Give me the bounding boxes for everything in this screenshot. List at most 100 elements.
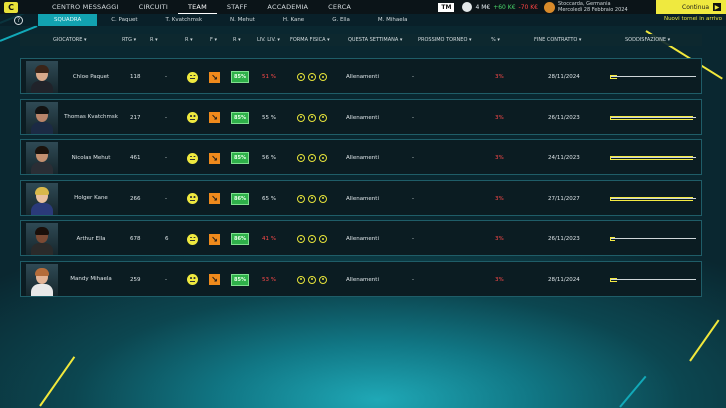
col-this-week[interactable]: QUESTA SETTIMANA (348, 37, 402, 43)
satisfaction-track (610, 238, 696, 239)
player-name[interactable]: Holger Kane (61, 181, 121, 217)
player-list: Chloe Paquet 118 - ↘ 85% 51 % Allenament… (20, 58, 702, 301)
tab-player[interactable]: M. Mihaela (364, 14, 422, 26)
player-portrait (26, 263, 58, 296)
tab-player[interactable]: H. Kane (269, 14, 318, 26)
date-location: Stoccarda, Germania Mercoledì 28 Febbrai… (558, 1, 650, 13)
money-expense: -70 K€ (518, 3, 538, 11)
next-tournament[interactable]: - (412, 100, 414, 136)
this-week-activity[interactable]: Allenamenti (346, 59, 379, 95)
nav-circuits[interactable]: CIRCUITI (129, 0, 178, 14)
finance-summary[interactable]: 4 M€ +60 K€ -70 K€ (475, 4, 538, 11)
fitness-icons (297, 221, 327, 257)
player-row[interactable]: Arthur Ella 678 6 ↘ 86% 41 % Allenamenti… (20, 220, 702, 256)
col-player[interactable]: GIOCATORE (53, 37, 87, 43)
fitness-icons (297, 59, 327, 95)
trend-icon: ↘ (209, 221, 220, 257)
next-tournament[interactable]: - (412, 181, 414, 217)
tennis-ball-icon (297, 154, 305, 162)
satisfaction-fill (610, 75, 617, 79)
col-r1[interactable]: R (150, 37, 158, 43)
nav-academy[interactable]: ACCADEMIA (257, 0, 318, 14)
this-week-activity[interactable]: Allenamenti (346, 100, 379, 136)
col-next-tournament[interactable]: PROSSIMO TORNEO (418, 37, 472, 43)
this-week-activity[interactable]: Allenamenti (346, 262, 379, 298)
player-value: - (165, 276, 167, 283)
satisfaction-bar (610, 237, 696, 241)
help-icon[interactable]: ? (14, 16, 23, 25)
player-row[interactable]: Holger Kane 266 - ↘ 86% 65 % Allenamenti… (20, 179, 702, 217)
main-menu-button[interactable]: C (4, 2, 18, 13)
next-tournament[interactable]: - (412, 140, 414, 176)
nav-messages[interactable]: CENTRO MESSAGGI (42, 0, 129, 14)
this-week-activity[interactable]: Allenamenti (346, 221, 379, 257)
player-name[interactable]: Mandy Mihaela (61, 262, 121, 298)
tab-player[interactable]: N. Mehut (216, 14, 269, 26)
trend-icon: ↘ (209, 181, 220, 217)
cut-percent: 3% (495, 155, 504, 161)
cut-percent: 3% (495, 195, 504, 202)
satisfaction-bar (610, 277, 696, 282)
continue-button[interactable]: Continua ▶ (656, 0, 726, 14)
mood-icon (187, 221, 198, 257)
satisfaction-bar (610, 115, 696, 120)
col-r3[interactable]: R (233, 37, 241, 43)
col-form[interactable]: F (210, 37, 217, 43)
level-percent: 65 % (262, 195, 276, 202)
tennis-ball-icon (319, 275, 327, 284)
next-tournament[interactable]: - (412, 262, 414, 298)
level-percent: 41 % (262, 236, 276, 242)
this-week-activity[interactable]: Allenamenti (346, 181, 379, 217)
player-name[interactable]: Arthur Ella (61, 221, 121, 257)
col-level[interactable]: LIV. LIV. (257, 37, 280, 43)
player-rank: 678 (130, 236, 141, 242)
nav-search[interactable]: CERCA (318, 0, 361, 14)
next-tournament[interactable]: - (412, 59, 414, 95)
player-rank: 266 (130, 195, 141, 202)
contract-end: 27/11/2027 (548, 195, 580, 202)
nav-team[interactable]: TEAM (177, 0, 217, 14)
continue-label: Continua (682, 3, 709, 11)
top-right-status: TM 4 M€ +60 K€ -70 K€ Stoccarda, Germani… (438, 0, 726, 14)
team-subtabs: SQUADRA C. Paquet T. Kvatchmsk N. Mehut … (38, 14, 422, 26)
main-nav: CENTRO MESSAGGI CIRCUITI TEAM STAFF ACCA… (42, 0, 361, 14)
player-row[interactable]: Mandy Mihaela 259 - ↘ 85% 53 % Allenamen… (20, 260, 702, 298)
player-name[interactable]: Thomas Kvatchmsk (61, 100, 121, 136)
finance-icon[interactable] (462, 2, 473, 12)
news-link[interactable]: Nuovi tornei in arrivo (664, 16, 722, 22)
tennis-ball-icon (308, 154, 316, 162)
col-fitness[interactable]: FORMA FISICA (290, 37, 330, 43)
tab-squad[interactable]: SQUADRA (38, 14, 98, 26)
satisfaction-bar (610, 75, 696, 79)
player-name[interactable]: Chloe Paquet (61, 59, 121, 95)
next-tournament[interactable]: - (412, 221, 414, 257)
satisfaction-bar (610, 156, 696, 160)
tennis-ball-icon (297, 73, 305, 81)
player-row[interactable]: Chloe Paquet 118 - ↘ 85% 51 % Allenament… (20, 58, 702, 94)
mood-icon (187, 262, 198, 298)
tab-player[interactable]: C. Paquet (97, 14, 151, 26)
col-satisfaction[interactable]: SODDISFAZIONE (625, 37, 670, 43)
tennis-ball-icon (297, 235, 305, 243)
tennis-ball-icon (319, 235, 327, 243)
player-name[interactable]: Nicolas Mehut (61, 140, 121, 176)
level-percent: 55 % (262, 114, 276, 121)
col-contract-end[interactable]: FINE CONTRATTO (534, 37, 581, 43)
player-value: 6 (165, 236, 169, 242)
nav-staff[interactable]: STAFF (217, 0, 258, 14)
player-portrait (26, 61, 58, 93)
tab-player[interactable]: T. Kvatchmsk (152, 14, 217, 26)
cut-percent: 3% (495, 74, 504, 80)
player-row[interactable]: Nicolas Mehut 461 - ↘ 85% 56 % Allenamen… (20, 139, 702, 175)
tab-player[interactable]: G. Ella (318, 14, 364, 26)
col-percent[interactable]: % (491, 37, 500, 43)
player-rank: 118 (130, 74, 141, 80)
player-row[interactable]: Thomas Kvatchmsk 217 - ↘ 85% 55 % Allena… (20, 98, 702, 136)
game-logo: TM (438, 2, 455, 12)
col-r2[interactable]: R (185, 37, 193, 43)
cut-percent: 3% (495, 276, 504, 283)
portrait-body (31, 243, 53, 255)
col-rating[interactable]: RTG (122, 37, 136, 43)
this-week-activity[interactable]: Allenamenti (346, 140, 379, 176)
manager-avatar-icon[interactable] (544, 1, 555, 13)
